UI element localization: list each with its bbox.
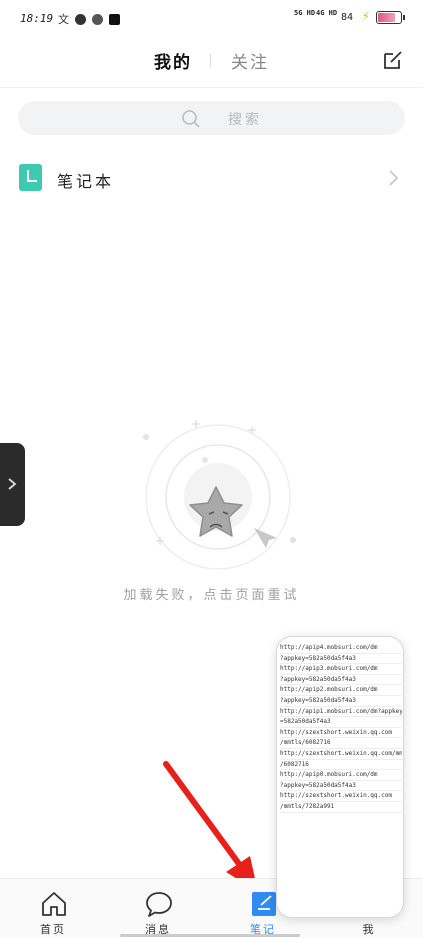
notebook-icon [19, 164, 42, 191]
log-line: http://apip1.mobsuri.com/dm?appkey [280, 707, 402, 718]
log-line: http://apip4.mobsuri.com/dm [280, 643, 402, 654]
nav-label-home: 首页 [40, 923, 66, 936]
log-line: /mmtls/6082716 [280, 738, 402, 749]
log-line: http://szextshort.weixin.qq.com [280, 791, 402, 802]
app-notification-icon [75, 13, 86, 25]
load-failed-illustration[interactable] [130, 415, 310, 575]
tab-divider [210, 54, 211, 68]
log-line: http://apip3.mobsuri.com/dm [280, 664, 402, 675]
check-icon [92, 13, 103, 25]
battery-icon [376, 11, 405, 24]
notebook-row[interactable]: 笔记本 [0, 155, 423, 203]
log-line: /6082716 [280, 760, 402, 771]
network-indicator-2: 4G HD [316, 9, 338, 17]
status-notification-icons: 文 [58, 11, 120, 27]
log-line: ?appkey=582a50da5f4a3 [280, 654, 402, 665]
log-line: http://szextshort.weixin.qq.com [280, 728, 402, 739]
side-drawer-handle[interactable] [0, 443, 25, 526]
home-icon [42, 892, 66, 916]
note-icon [252, 892, 276, 916]
translate-icon: 文 [58, 13, 69, 26]
home-indicator [120, 934, 300, 937]
log-list: http://apip4.mobsuri.com/dm ?appkey=582a5… [280, 643, 402, 813]
log-line: ?appkey=582a50da5f4a3 [280, 781, 402, 792]
message-icon [146, 892, 172, 917]
tab-following[interactable]: 关注 [231, 48, 269, 73]
log-line: ?appkey=582a50da5f4a3 [280, 696, 402, 707]
load-failed-message[interactable]: 加载失败，点击页面重试 [0, 584, 423, 603]
annotation-arrow [163, 761, 258, 892]
log-line: =582a50da5f4a3 [280, 717, 402, 728]
floating-log-window[interactable]: http://apip4.mobsuri.com/dm ?appkey=582a5… [276, 636, 404, 918]
nav-item-home[interactable]: 首页 [18, 879, 88, 938]
chevron-right-icon [8, 478, 17, 490]
network-indicator-1: 5G HD [294, 9, 316, 17]
charging-icon: ⚡ [362, 9, 370, 24]
search-bar[interactable]: 搜索 [18, 101, 405, 135]
log-line: http://apip0.mobsuri.com/dm [280, 770, 402, 781]
edit-icon[interactable] [382, 49, 404, 71]
top-header: 我的 关注 [0, 36, 423, 88]
search-icon [182, 110, 200, 128]
log-line: /mmtls/7282a991 [280, 802, 402, 813]
status-bar: 18:19 文 5G HD 4G HD 84 ⚡ [0, 0, 423, 36]
log-line: ?appkey=582a50da5f4a3 [280, 675, 402, 686]
nav-item-messages[interactable]: 消息 [123, 879, 193, 938]
nav-label-me: 我 [362, 923, 376, 936]
log-line: http://apip2.mobsuri.com/dm [280, 685, 402, 696]
chevron-right-icon [389, 170, 399, 186]
tab-mine[interactable]: 我的 [154, 48, 192, 73]
search-placeholder: 搜索 [228, 112, 262, 128]
notebook-label: 笔记本 [57, 172, 115, 191]
status-time: 18:19 [20, 12, 54, 25]
battery-percent: 84 [341, 12, 354, 23]
tiktok-icon [109, 13, 120, 25]
log-line: http://szextshort.weixin.qq.com/mmtls [280, 749, 402, 760]
